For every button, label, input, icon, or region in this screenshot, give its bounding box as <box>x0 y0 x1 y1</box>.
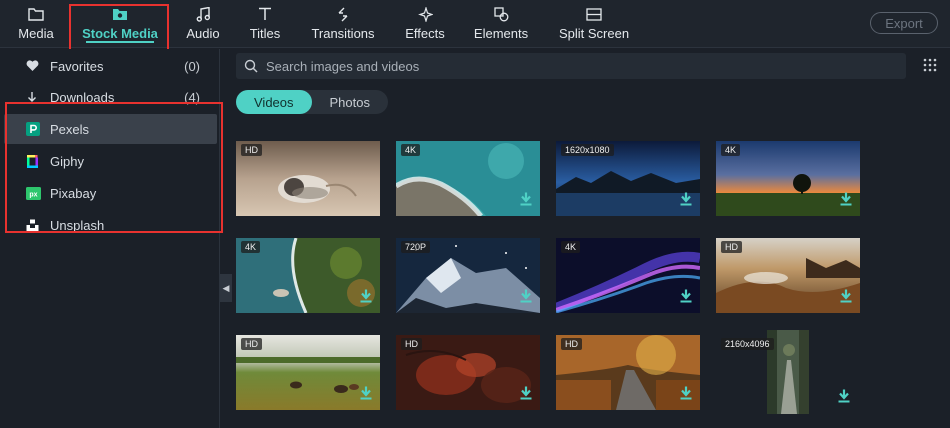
giphy-logo-icon <box>26 154 48 169</box>
pexels-logo-icon <box>26 122 48 136</box>
resolution-badge: 1620x1080 <box>561 144 614 156</box>
download-arrow-icon <box>26 91 48 104</box>
split-screen-icon <box>586 2 602 26</box>
tab-media[interactable]: Media <box>18 0 54 48</box>
svg-text:px: px <box>29 191 37 198</box>
tab-titles-label: Titles <box>249 26 281 41</box>
download-icon[interactable] <box>520 386 532 405</box>
resolution-badge: 4K <box>721 144 741 156</box>
sidebar-item-label: Favorites <box>50 58 104 74</box>
video-thumbnail-seal[interactable]: HD <box>236 141 380 216</box>
tab-split-screen[interactable]: Split Screen <box>558 0 630 48</box>
sidebar-item-label: Pexels <box>50 121 90 137</box>
download-icon[interactable] <box>680 192 692 211</box>
tab-audio-label: Audio <box>186 26 220 41</box>
download-icon[interactable] <box>520 289 532 308</box>
text-t-icon <box>258 2 272 26</box>
sidebar-item-favorites[interactable]: Favorites (0) <box>0 51 218 81</box>
resolution-badge: HD <box>241 338 262 350</box>
tab-stock-media[interactable]: Stock Media <box>76 0 164 48</box>
video-thumbnail-autumn-road[interactable]: HD <box>556 335 700 410</box>
sparkle-icon <box>417 2 433 26</box>
resolution-badge: HD <box>241 144 262 156</box>
export-button[interactable]: Export <box>870 12 938 34</box>
sidebar-item-unsplash[interactable]: Unsplash <box>0 210 218 240</box>
heart-icon <box>26 60 48 72</box>
tab-effects-label: Effects <box>405 26 445 41</box>
video-thumbnail-mountain-lake[interactable]: 1620x1080 <box>556 141 700 216</box>
download-icon[interactable] <box>360 386 372 405</box>
video-thumbnail-snowy-mountain[interactable]: 720P <box>396 238 540 313</box>
download-icon[interactable] <box>840 289 852 308</box>
sidebar-item-label: Downloads <box>50 89 115 105</box>
download-icon[interactable] <box>680 386 692 405</box>
active-tab-underline <box>86 41 154 43</box>
resolution-badge: 720P <box>401 241 431 253</box>
download-icon[interactable] <box>520 192 532 211</box>
elements-icon <box>493 2 509 26</box>
music-note-icon <box>196 2 210 26</box>
tab-elements[interactable]: Elements <box>474 0 528 48</box>
search-bar <box>236 53 906 79</box>
resolution-badge: 2160x4096 <box>721 338 774 350</box>
download-icon[interactable] <box>680 289 692 308</box>
sidebar-item-giphy[interactable]: Giphy <box>0 146 218 176</box>
download-icon[interactable] <box>360 289 372 308</box>
video-thumbnail-rocky-coast[interactable]: HD <box>716 238 860 313</box>
tab-effects[interactable]: Effects <box>403 0 447 48</box>
media-type-tabs: Videos Photos <box>236 90 388 114</box>
resolution-badge: 4K <box>561 241 581 253</box>
tab-videos[interactable]: Videos <box>236 90 312 114</box>
download-icon[interactable] <box>838 389 850 408</box>
resolution-badge: HD <box>401 338 422 350</box>
search-icon <box>244 59 258 73</box>
tab-transitions[interactable]: Transitions <box>310 0 376 48</box>
resolution-badge: 4K <box>401 144 421 156</box>
video-thumbnail-particles[interactable]: 4K <box>556 238 700 313</box>
video-thumbnail-cattle-field[interactable]: HD <box>236 335 380 410</box>
downloads-count: (4) <box>184 89 200 105</box>
search-input[interactable] <box>266 58 866 74</box>
sidebar-item-label: Giphy <box>50 153 84 169</box>
sidebar-item-pexels[interactable]: Pexels <box>4 114 217 144</box>
chevron-left-icon: ◀ <box>222 282 230 293</box>
resolution-badge: HD <box>561 338 582 350</box>
tab-elements-label: Elements <box>473 26 529 41</box>
tab-titles[interactable]: Titles <box>247 0 283 48</box>
sidebar-item-label: Pixabay <box>50 185 97 201</box>
grid-dots-icon <box>923 58 937 72</box>
transitions-icon <box>336 2 350 26</box>
resolution-badge: 4K <box>241 241 261 253</box>
stock-media-icon <box>112 2 128 26</box>
tab-split-screen-label: Split Screen <box>558 26 630 41</box>
unsplash-logo-icon <box>26 219 48 232</box>
download-icon[interactable] <box>840 192 852 211</box>
sidebar-item-label: Unsplash <box>50 217 105 233</box>
pixabay-logo-icon: px <box>26 186 48 200</box>
tab-stock-media-label: Stock Media <box>82 26 158 41</box>
tab-media-label: Media <box>18 26 54 41</box>
video-thumbnail-autumn-leaves[interactable]: HD <box>396 335 540 410</box>
collapse-sidebar-handle[interactable]: ◀ <box>220 274 232 302</box>
video-thumbnail-coast[interactable]: 4K <box>396 141 540 216</box>
sidebar: Favorites (0) Downloads (4) Pexels Giphy… <box>0 49 220 428</box>
tab-transitions-label: Transitions <box>311 26 375 41</box>
tab-audio[interactable]: Audio <box>185 0 221 48</box>
resolution-badge: HD <box>721 241 742 253</box>
grid-view-button[interactable] <box>922 57 938 73</box>
tab-photos[interactable]: Photos <box>312 90 388 114</box>
video-thumbnail-sunset-tree[interactable]: 4K <box>716 141 860 216</box>
sidebar-item-downloads[interactable]: Downloads (4) <box>0 82 218 112</box>
sidebar-item-pixabay[interactable]: px Pixabay <box>0 178 218 208</box>
favorites-count: (0) <box>184 58 200 74</box>
top-toolbar: Media Stock Media Audio Titles Transitio… <box>0 0 950 48</box>
video-thumbnail-beach-aerial[interactable]: 4K <box>236 238 380 313</box>
folder-icon <box>28 2 44 26</box>
